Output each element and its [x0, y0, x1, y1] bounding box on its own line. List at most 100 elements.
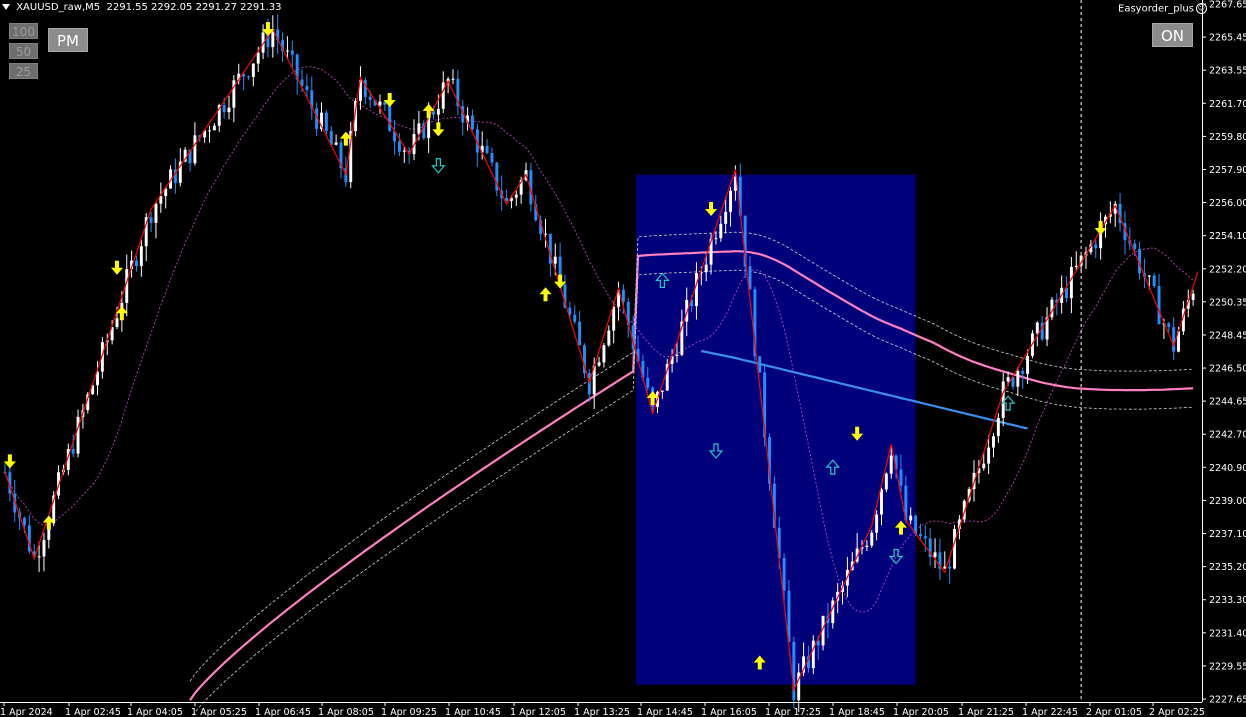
- candle-body: [573, 314, 577, 322]
- time-tick-label: 1 Apr 20:05: [893, 707, 949, 717]
- time-tick-label: 1 Apr 13:25: [574, 707, 630, 717]
- price-tick-label: 2267.65: [1209, 0, 1246, 11]
- candle-body: [646, 377, 650, 388]
- candle-body: [870, 532, 874, 546]
- candle-body: [875, 514, 879, 533]
- candle-body: [1035, 322, 1039, 334]
- candle-body: [987, 447, 991, 464]
- time-tick-label: 1 Apr 10:45: [445, 707, 501, 717]
- candle-body: [71, 449, 75, 454]
- lot-100-button[interactable]: 100: [9, 23, 38, 39]
- lot-25-button[interactable]: 25: [9, 63, 38, 79]
- ea-name-text: Easyorder_plus: [1118, 3, 1194, 15]
- price-tick-label: 2252.20: [1209, 264, 1246, 275]
- candle-body: [992, 436, 995, 448]
- candle-body: [621, 289, 625, 302]
- time-axis: 1 Apr 2024 1 Apr 02:45 1 Apr 04:05 1 Apr 05…: [0, 702, 1205, 717]
- candle-body: [154, 203, 158, 223]
- candle-body: [505, 198, 509, 201]
- candle-body: [37, 556, 41, 558]
- price-chart[interactable]: 2267.65 2265.45 2263.55 2261.70 2259.80 2257.…: [0, 0, 1246, 717]
- price-tick-label: 2239.00: [1209, 496, 1246, 507]
- candle-body: [368, 96, 372, 100]
- down-arrow-icon: [432, 122, 445, 137]
- smiley-icon[interactable]: ☺: [1195, 3, 1207, 14]
- price-tick-label: 2244.65: [1209, 397, 1246, 408]
- symbol-label: XAUUSD_raw,M5: [16, 2, 101, 13]
- candle-body: [714, 238, 718, 240]
- candle-body: [285, 50, 289, 52]
- time-tick-label: 1 Apr 12:05: [510, 707, 566, 717]
- time-tick-label: 1 Apr 14:45: [637, 707, 693, 717]
- candle-body: [792, 641, 796, 701]
- chart-title: XAUUSD_raw,M5 2291.55 2292.05 2291.27 22…: [2, 2, 281, 13]
- candle-body: [602, 345, 606, 363]
- lot-50-button[interactable]: 50: [9, 43, 38, 59]
- candle-body: [451, 78, 455, 80]
- up-arrow-icon: [422, 103, 435, 118]
- candle-body: [553, 256, 557, 264]
- candle-body: [675, 354, 679, 356]
- candle-body: [324, 112, 328, 132]
- candle-body: [397, 141, 401, 152]
- candle-body: [402, 150, 406, 152]
- candle-body: [1172, 327, 1176, 352]
- candle-body: [1152, 275, 1156, 286]
- candle-body: [1147, 275, 1151, 277]
- candle-body: [811, 640, 815, 669]
- candle-body: [485, 145, 489, 154]
- price-tick-label: 2250.35: [1209, 297, 1246, 308]
- candle-body: [42, 539, 46, 557]
- candle-body: [1006, 377, 1010, 382]
- price-tick-label: 2240.90: [1209, 463, 1246, 474]
- candle-body: [222, 105, 226, 113]
- time-tick-label: 1 Apr 08:05: [318, 707, 374, 717]
- price-axis: 2267.65 2265.45 2263.55 2261.70 2259.80 2257.…: [1202, 0, 1246, 706]
- price-tick-label: 2231.40: [1209, 628, 1246, 639]
- zigzag-layer: [4, 28, 1199, 693]
- price-tick-label: 2254.10: [1209, 231, 1246, 242]
- candle-body: [251, 63, 255, 77]
- candle-body: [1167, 323, 1171, 328]
- candle-body: [514, 194, 518, 198]
- time-tick-label: 2 Apr 01:05: [1086, 707, 1142, 717]
- candle-body: [471, 115, 474, 130]
- candle-body: [923, 536, 927, 539]
- candle-body: [115, 318, 119, 328]
- candle-body: [149, 217, 153, 223]
- price-tick-label: 2259.80: [1209, 132, 1246, 143]
- down-arrow-icon: [3, 454, 16, 469]
- candle-body: [704, 264, 708, 273]
- candle-body: [1026, 355, 1030, 374]
- pm-button[interactable]: PM: [48, 28, 88, 52]
- candle-body: [831, 600, 835, 624]
- candle-body: [982, 463, 986, 469]
- time-tick-label: 2 Apr 02:25: [1149, 707, 1205, 717]
- time-tick-label: 1 Apr 22:45: [1022, 707, 1078, 717]
- candle-body: [212, 125, 216, 131]
- candle-body: [1094, 244, 1098, 249]
- time-tick-label: 1 Apr 05:25: [191, 707, 247, 717]
- candle-body: [1021, 370, 1025, 374]
- price-tick-label: 2229.55: [1209, 661, 1246, 672]
- candles-layer: [3, 14, 1195, 713]
- candle-body: [247, 76, 250, 78]
- candle-body: [880, 489, 883, 515]
- price-tick-label: 2265.45: [1209, 33, 1246, 44]
- time-tick-label: 1 Apr 17:25: [765, 707, 821, 717]
- price-tick-label: 2248.45: [1209, 330, 1246, 341]
- candle-body: [1157, 285, 1161, 325]
- ea-on-toggle[interactable]: ON: [1152, 23, 1193, 47]
- time-tick-label: 1 Apr 2024: [0, 707, 53, 717]
- candle-body: [909, 515, 913, 521]
- candle-body: [417, 123, 421, 135]
- down-arrow-icon: [110, 260, 123, 275]
- candle-body: [758, 356, 762, 373]
- candle-body: [953, 528, 956, 569]
- dropdown-triangle-icon[interactable]: [2, 4, 10, 10]
- candle-body: [694, 272, 698, 307]
- candle-body: [388, 104, 392, 132]
- expert-advisor-label: Easyorder_plus ☺: [1118, 3, 1207, 15]
- candle-body: [612, 306, 616, 331]
- candle-body: [933, 552, 937, 557]
